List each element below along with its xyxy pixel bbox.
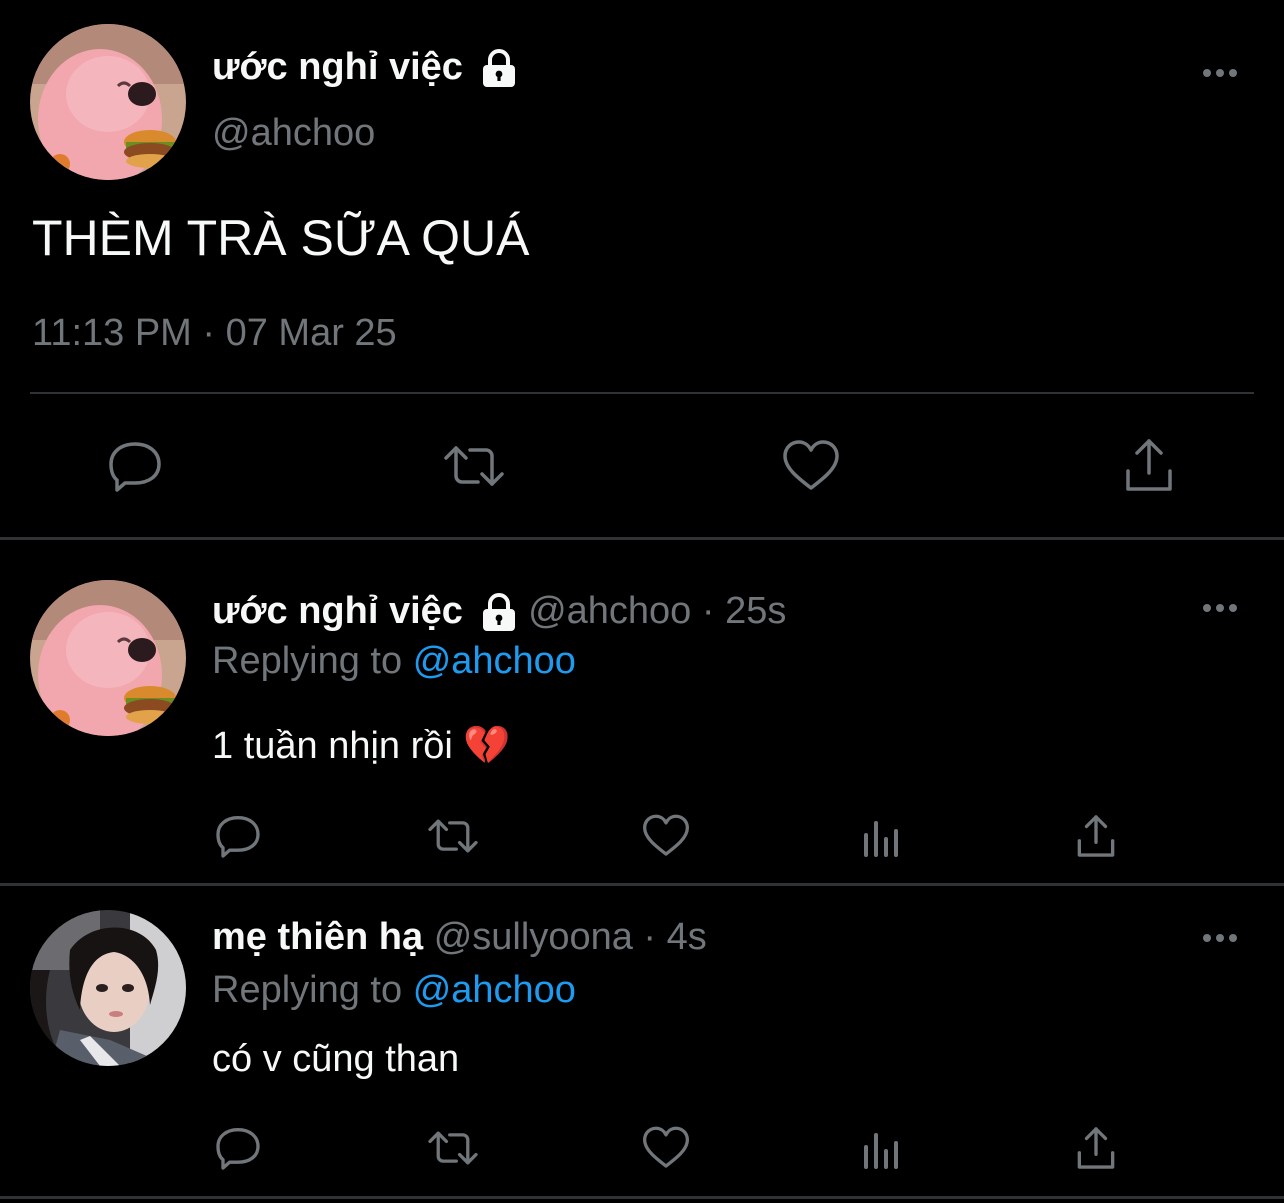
- like-button[interactable]: [776, 436, 846, 496]
- reply-button[interactable]: [210, 1122, 266, 1174]
- inner-divider: [30, 392, 1254, 394]
- tweet-divider: [0, 537, 1284, 540]
- replying-to-handle[interactable]: @ahchoo: [413, 969, 576, 1011]
- replying-to-label: Replying to: [212, 969, 403, 1011]
- broken-heart-emoji: 💔: [463, 723, 511, 767]
- analytics-icon: [864, 821, 898, 857]
- reply-header: ước nghỉ việc @ahchoo · 25s: [212, 588, 786, 634]
- tweet-text: có v cũng than: [212, 1038, 460, 1080]
- like-button[interactable]: [638, 810, 694, 862]
- display-name[interactable]: ước nghỉ việc: [212, 46, 463, 88]
- replying-to: Replying to @ahchoo: [212, 967, 576, 1013]
- share-button[interactable]: [1114, 434, 1184, 496]
- share-icon: [1077, 815, 1115, 857]
- lock-icon: [482, 48, 515, 87]
- avatar[interactable]: [30, 910, 186, 1066]
- tweet-text: 1 tuần nhịn rồi: [212, 725, 453, 767]
- retweet-icon: [428, 1131, 478, 1165]
- reply-button[interactable]: [100, 436, 170, 496]
- analytics-icon: [864, 1133, 898, 1169]
- analytics-button[interactable]: [856, 1124, 908, 1174]
- like-icon: [643, 814, 689, 856]
- share-icon: [1126, 439, 1172, 491]
- pink-beaver-avatar-icon: [30, 580, 186, 736]
- share-button[interactable]: [1070, 810, 1122, 862]
- reply-icon: [216, 816, 260, 858]
- reply-icon: [216, 1128, 260, 1170]
- girl-selfie-avatar-icon: [30, 910, 186, 1066]
- lock-icon: [482, 592, 515, 631]
- avatar[interactable]: [30, 580, 186, 736]
- handle[interactable]: @ahchoo: [528, 590, 691, 632]
- replying-to-handle[interactable]: @ahchoo: [413, 640, 576, 682]
- display-name-row[interactable]: ước nghỉ việc: [212, 44, 518, 90]
- share-icon: [1077, 1127, 1115, 1169]
- tweet-divider: [0, 883, 1284, 886]
- retweet-icon: [428, 819, 478, 853]
- handle[interactable]: @ahchoo: [212, 110, 375, 156]
- retweet-icon: [444, 446, 504, 486]
- pink-beaver-avatar-icon: [30, 24, 186, 180]
- retweet-button[interactable]: [422, 1122, 484, 1174]
- avatar[interactable]: [30, 24, 186, 180]
- replying-to: Replying to @ahchoo: [212, 638, 576, 684]
- handle[interactable]: @sullyoona: [434, 916, 633, 958]
- like-icon: [643, 1126, 689, 1168]
- analytics-button[interactable]: [856, 812, 908, 862]
- like-icon: [783, 440, 839, 490]
- display-name[interactable]: ước nghỉ việc: [212, 590, 463, 632]
- tweet-age[interactable]: · 25s: [702, 590, 786, 632]
- reply-button[interactable]: [210, 810, 266, 862]
- like-button[interactable]: [638, 1122, 694, 1174]
- more-options-icon[interactable]: [1200, 63, 1240, 83]
- retweet-button[interactable]: [422, 810, 484, 862]
- more-options-icon[interactable]: [1200, 598, 1240, 618]
- retweet-button[interactable]: [436, 436, 512, 496]
- share-button[interactable]: [1070, 1122, 1122, 1174]
- tweet-divider: [0, 1196, 1284, 1199]
- reply-header: mẹ thiên hạ @sullyoona · 4s: [212, 914, 707, 960]
- tweet-timestamp[interactable]: 11:13 PM · 07 Mar 25: [32, 310, 397, 356]
- tweet-text-row: 1 tuần nhịn rồi 💔: [212, 722, 511, 769]
- replying-to-label: Replying to: [212, 640, 403, 682]
- tweet-text: THÈM TRÀ SỮA QUÁ: [32, 210, 530, 266]
- reply-icon: [109, 442, 161, 492]
- more-options-icon[interactable]: [1200, 928, 1240, 948]
- tweet-age[interactable]: · 4s: [643, 916, 706, 958]
- display-name[interactable]: mẹ thiên hạ: [212, 916, 423, 958]
